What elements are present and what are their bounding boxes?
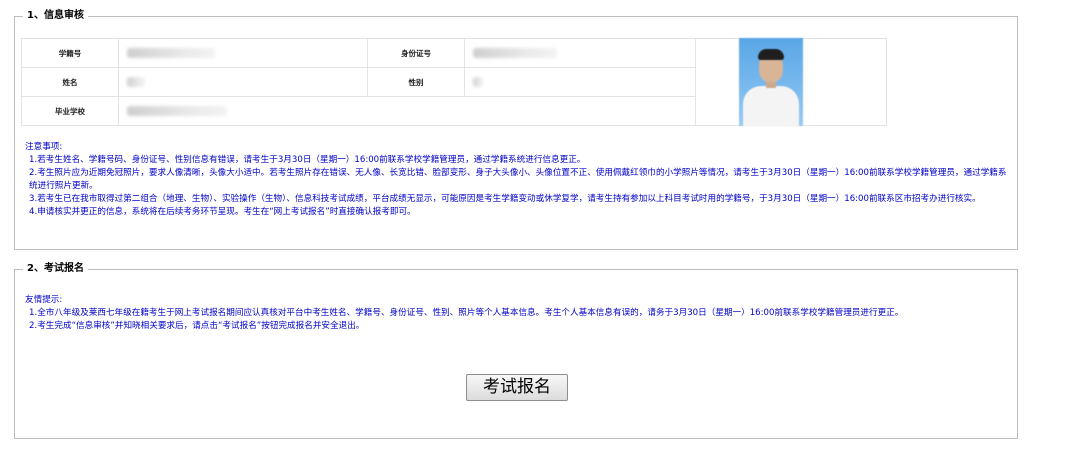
name-value	[118, 67, 368, 97]
review-notes-title: 注意事项:	[25, 142, 63, 152]
id-no-value	[464, 38, 696, 68]
review-note-item: 2.考生照片应为近期免冠照片，要求人像清晰，头像大小适中。若考生照片存在错误、无…	[29, 168, 1007, 191]
name-label: 姓名	[21, 67, 119, 97]
school-redacted	[127, 106, 227, 116]
student-no-value	[118, 38, 368, 68]
id-no-label: 身份证号	[367, 38, 465, 68]
id-no-redacted	[473, 48, 557, 58]
exam-registration-legend: 2、考试报名	[23, 261, 88, 277]
gender-value	[464, 67, 696, 97]
info-review-legend: 1、信息审核	[23, 8, 88, 24]
review-note-item: 3.若考生已在我市取得过第二组合（地理、生物）、实验操作（生物）、信息科技考试成…	[29, 194, 981, 204]
gender-label: 性别	[367, 67, 465, 97]
student-no-redacted	[127, 48, 215, 58]
gender-redacted	[473, 77, 483, 87]
review-note-item: 4.申请核实并更正的信息，系统将在后续考务环节呈现。考生在“网上考试报名”时直接…	[29, 207, 416, 217]
exam-registration-button[interactable]: 考试报名	[466, 374, 568, 401]
registration-tip-item: 2.考生完成“信息审核”并知晓相关要求后，请点击“考试报名”按钮完成报名并安全退…	[29, 321, 365, 331]
review-note-item: 1.若考生姓名、学籍号码、身份证号、性别信息有错误，请考生于3月30日（星期一）…	[29, 155, 586, 165]
info-review-section: 1、信息审核 学籍号 身份证号 姓名 性别 毕业学校 注意事项: 1.若考生姓名…	[14, 8, 1018, 250]
name-redacted	[127, 77, 145, 87]
school-value	[118, 96, 696, 126]
registration-tips: 友情提示: 1.全市八年级及莱西七年级在籍考生于网上考试报名期间应认真核对平台中…	[25, 294, 1010, 333]
student-photo	[739, 38, 803, 126]
registration-tip-item: 1.全市八年级及莱西七年级在籍考生于网上考试报名期间应认真核对平台中考生姓名、学…	[29, 308, 904, 318]
student-no-label: 学籍号	[21, 38, 119, 68]
exam-registration-section: 2、考试报名 友情提示: 1.全市八年级及莱西七年级在籍考生于网上考试报名期间应…	[14, 261, 1018, 439]
student-info-table: 学籍号 身份证号 姓名 性别 毕业学校	[21, 38, 887, 126]
school-label: 毕业学校	[21, 96, 119, 126]
review-notes: 注意事项: 1.若考生姓名、学籍号码、身份证号、性别信息有错误，请考生于3月30…	[25, 141, 1010, 219]
photo-cell	[695, 38, 887, 126]
registration-tips-title: 友情提示:	[25, 295, 63, 305]
